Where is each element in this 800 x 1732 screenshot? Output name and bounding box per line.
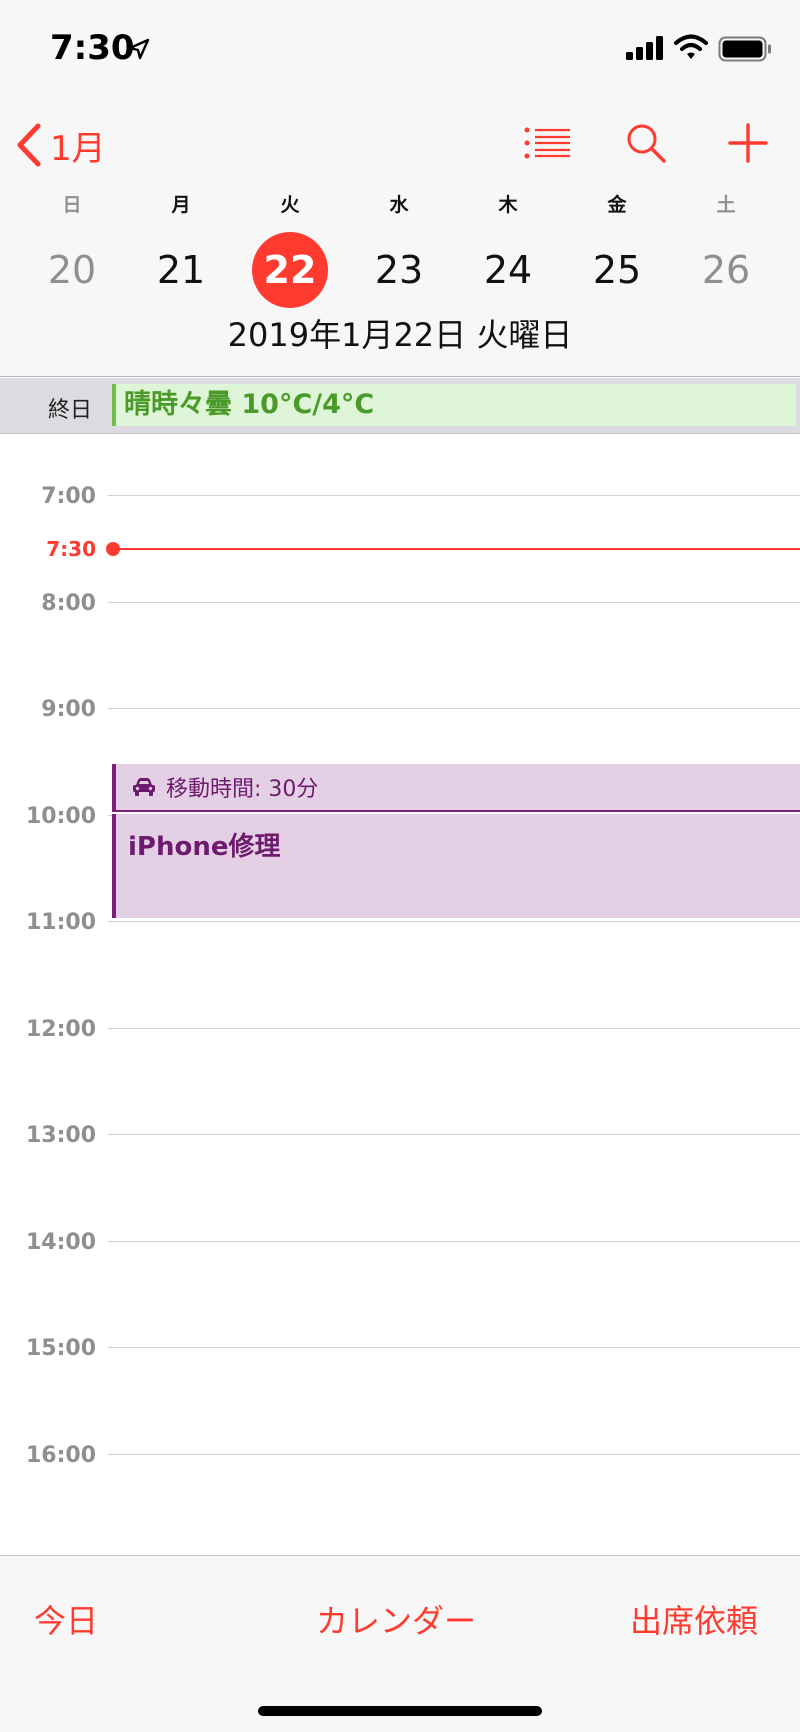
day-number: 20 xyxy=(47,248,97,292)
wifi-icon xyxy=(674,34,708,59)
week-strip: 日 20 月 21 火 22 水 23 木 24 金 25 土 26 xyxy=(0,190,800,310)
hour-label: 15:00 xyxy=(25,1336,96,1361)
search-icon xyxy=(627,124,666,163)
calendar-event[interactable]: iPhone修理 xyxy=(112,814,800,918)
travel-time-block[interactable]: 移動時間: 30分 xyxy=(112,764,800,812)
current-time-dot xyxy=(106,542,120,556)
status-time: 7:30 xyxy=(50,28,135,68)
add-event-button[interactable] xyxy=(718,118,778,168)
day-number: 26 xyxy=(701,248,751,292)
car-icon xyxy=(133,778,155,796)
event-title: iPhone修理 xyxy=(128,832,281,862)
day-wednesday[interactable]: 水 23 xyxy=(354,190,444,308)
hour-gridline xyxy=(108,1134,800,1135)
hour-gridline xyxy=(108,1347,800,1348)
hour-gridline xyxy=(108,495,800,496)
hour-gridline xyxy=(108,1454,800,1455)
hour-gridline xyxy=(108,1028,800,1029)
selected-date-title: 2019年1月22日 火曜日 xyxy=(227,316,573,354)
day-sunday[interactable]: 日 20 xyxy=(27,190,117,308)
hour-label: 9:00 xyxy=(41,697,96,722)
calendars-button[interactable]: カレンダー xyxy=(316,1596,476,1642)
hour-gridline xyxy=(108,1241,800,1242)
home-indicator xyxy=(258,1706,542,1716)
hour-label: 10:00 xyxy=(25,804,96,829)
day-of-week-label: 月 xyxy=(171,194,191,216)
invitations-button[interactable]: 出席依頼 xyxy=(630,1596,758,1642)
hour-gridline xyxy=(108,602,800,603)
battery-icon xyxy=(718,36,771,62)
all-day-event-weather[interactable]: 晴時々曇 10°C/4°C xyxy=(112,384,796,426)
hour-label: 12:00 xyxy=(25,1017,96,1042)
list-view-button[interactable] xyxy=(518,118,578,168)
day-monday[interactable]: 月 21 xyxy=(136,190,226,308)
back-to-month-button[interactable]: 1月 xyxy=(16,120,106,170)
today-button[interactable]: 今日 xyxy=(34,1596,98,1642)
hour-label: 8:00 xyxy=(41,591,96,616)
current-time-label: 7:30 xyxy=(46,537,96,561)
cellular-signal-icon xyxy=(626,36,663,60)
all-day-section: 終日 晴時々曇 10°C/4°C xyxy=(0,378,800,434)
search-button[interactable] xyxy=(616,118,676,168)
travel-time-label: 移動時間: 30分 xyxy=(166,777,319,802)
day-thursday[interactable]: 木 24 xyxy=(463,190,553,308)
day-of-week-label: 水 xyxy=(389,194,409,216)
hour-label: 13:00 xyxy=(25,1123,96,1148)
hour-label: 7:00 xyxy=(41,484,96,509)
day-of-week-label: 日 xyxy=(62,194,82,216)
hour-label: 11:00 xyxy=(25,910,96,935)
hour-gridline xyxy=(108,921,800,922)
hour-label: 14:00 xyxy=(25,1230,96,1255)
selected-day-number: 22 xyxy=(252,232,328,308)
day-timeline[interactable]: 7:00 7:30 8:00 9:00 10:00 11:00 12:00 13… xyxy=(0,435,800,1555)
day-of-week-label: 火 xyxy=(280,194,300,216)
nav-bar: 1月 xyxy=(0,110,800,174)
hour-gridline xyxy=(108,708,800,709)
day-of-week-label: 金 xyxy=(607,194,627,216)
list-icon xyxy=(524,127,570,159)
day-of-week-label: 木 xyxy=(498,194,518,216)
hour-label: 16:00 xyxy=(25,1443,96,1468)
status-bar: 7:30 xyxy=(0,0,800,100)
day-number: 23 xyxy=(374,248,424,292)
day-friday[interactable]: 金 25 xyxy=(572,190,662,308)
back-label: 1月 xyxy=(50,128,106,169)
day-number: 25 xyxy=(592,248,642,292)
header: 7:30 1月 日 20 月 21 火 22 水 23 木 24 金 25 土 … xyxy=(0,0,800,377)
day-number: 21 xyxy=(156,248,206,292)
day-number: 24 xyxy=(483,248,533,292)
day-of-week-label: 土 xyxy=(716,194,736,216)
bottom-toolbar: 今日 カレンダー 出席依頼 xyxy=(0,1555,800,1732)
current-time-line xyxy=(108,548,800,550)
plus-icon xyxy=(728,123,768,163)
all-day-label: 終日 xyxy=(48,398,93,423)
location-arrow-icon xyxy=(128,38,150,60)
day-saturday[interactable]: 土 26 xyxy=(681,190,771,308)
day-tuesday[interactable]: 火 22 xyxy=(245,190,335,308)
chevron-left-icon xyxy=(17,123,41,167)
